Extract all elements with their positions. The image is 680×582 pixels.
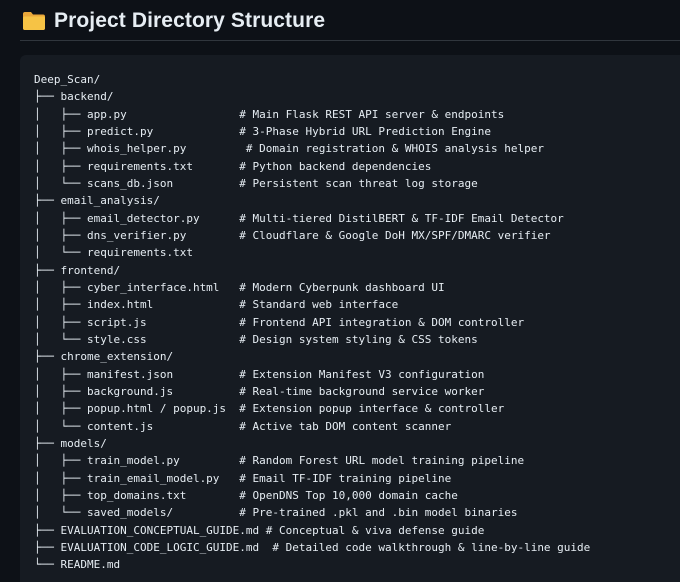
tree-line: │ ├── popup.html / popup.js # Extension … — [34, 402, 505, 416]
tree-line: │ └── style.css # Design system styling … — [34, 332, 478, 346]
tree-line: │ ├── predict.py # 3-Phase Hybrid URL Pr… — [34, 124, 491, 138]
page-title: Project Directory Structure — [54, 9, 326, 32]
header-divider — [20, 40, 680, 41]
tree-line: │ └── content.js # Active tab DOM conten… — [34, 419, 452, 433]
tree-line: │ ├── app.py # Main Flask REST API serve… — [34, 107, 505, 121]
tree-line: ├── backend/ — [34, 90, 114, 104]
page-header: Project Directory Structure — [22, 8, 325, 34]
tree-line: │ ├── cyber_interface.html # Modern Cybe… — [34, 280, 445, 294]
tree-line: │ ├── whois_helper.py # Domain registrat… — [34, 142, 544, 156]
tree-line: │ ├── index.html # Standard web interfac… — [34, 298, 399, 312]
tree-line: │ ├── email_detector.py # Multi-tiered D… — [34, 211, 564, 225]
tree-line: │ ├── top_domains.txt # OpenDNS Top 10,0… — [34, 488, 458, 502]
directory-tree: Deep_Scan/ ├── backend/ │ ├── app.py # Mai… — [34, 71, 590, 574]
tree-line: │ └── scans_db.json # Persistent scan th… — [34, 176, 478, 190]
tree-line: ├── EVALUATION_CONCEPTUAL_GUIDE.md # Con… — [34, 523, 485, 537]
tree-line: ├── frontend/ — [34, 263, 121, 277]
tree-line: │ ├── requirements.txt # Python backend … — [34, 159, 432, 173]
tree-line: Deep_Scan/ — [34, 73, 101, 86]
tree-line: │ └── requirements.txt — [34, 246, 193, 260]
tree-line: ├── EVALUATION_CODE_LOGIC_GUIDE.md # Det… — [34, 540, 591, 554]
tree-line: ├── chrome_extension/ — [34, 350, 174, 364]
tree-line: │ ├── train_model.py # Random Forest URL… — [34, 454, 525, 468]
tree-line: └── README.md — [34, 558, 121, 572]
tree-line: ├── models/ — [34, 436, 107, 450]
tree-line: │ ├── dns_verifier.py # Cloudflare & Goo… — [34, 228, 551, 242]
folder-icon — [23, 12, 45, 30]
tree-line: │ └── saved_models/ # Pre-trained .pkl a… — [34, 506, 518, 520]
tree-line: │ ├── script.js # Frontend API integrati… — [34, 315, 525, 329]
tree-line: ├── email_analysis/ — [34, 194, 160, 208]
tree-line: │ ├── background.js # Real-time backgrou… — [34, 384, 485, 398]
tree-line: │ ├── train_email_model.py # Email TF-ID… — [34, 471, 452, 485]
tree-line: │ ├── manifest.json # Extension Manifest… — [34, 367, 485, 381]
